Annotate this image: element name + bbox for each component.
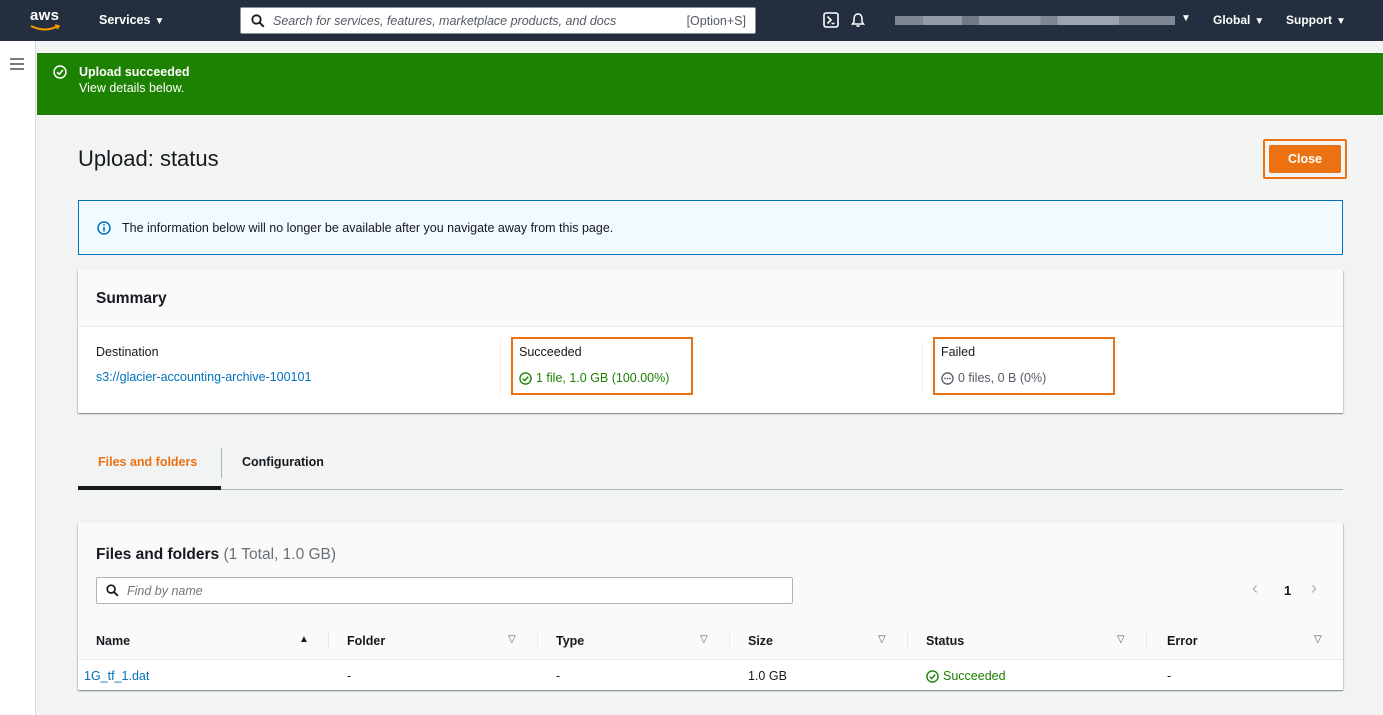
next-page-button[interactable]: › xyxy=(1311,578,1317,599)
chevron-down-icon: ▼ xyxy=(1336,16,1346,27)
aws-smile-icon xyxy=(30,24,60,31)
services-label: Services xyxy=(99,13,151,27)
files-title-text: Files and folders xyxy=(96,546,220,563)
sort-icon[interactable]: ▽ xyxy=(878,634,886,645)
summary-header: Summary xyxy=(78,270,1343,327)
column-resizer[interactable] xyxy=(907,630,908,650)
column-header-size[interactable]: Size xyxy=(748,634,773,648)
column-header-name[interactable]: Name xyxy=(96,634,130,648)
column-header-folder[interactable]: Folder xyxy=(347,634,385,648)
cloudshell-icon[interactable] xyxy=(823,12,839,28)
flash-title: Upload succeeded xyxy=(79,65,190,79)
column-divider xyxy=(500,342,501,394)
sort-icon[interactable]: ▽ xyxy=(1314,634,1322,645)
destination-link[interactable]: s3://glacier-accounting-archive-100101 xyxy=(96,370,311,384)
failed-value: 0 files, 0 B (0%) xyxy=(941,371,1046,385)
sort-icon[interactable]: ▽ xyxy=(508,634,516,645)
page-number-button[interactable]: 1 xyxy=(1284,583,1291,598)
global-search[interactable]: Search for services, features, marketpla… xyxy=(240,7,756,34)
aws-logo[interactable]: aws xyxy=(30,7,66,33)
account-menu[interactable] xyxy=(895,16,1175,25)
column-resizer[interactable] xyxy=(537,630,538,650)
aws-logo-text: aws xyxy=(30,7,60,24)
services-menu[interactable]: Services ▼ xyxy=(99,13,164,27)
success-flashbar: Upload succeeded View details below. xyxy=(37,53,1383,115)
file-name-link[interactable]: 1G_tf_1.dat xyxy=(84,669,149,683)
table-header-row: Name ▲ Folder ▽ Type ▽ Size ▽ Status ▽ E… xyxy=(78,620,1343,660)
destination-label: Destination xyxy=(96,345,159,359)
close-button[interactable]: Close xyxy=(1269,145,1341,173)
tab-configuration[interactable]: Configuration xyxy=(242,455,324,469)
find-by-name-input[interactable] xyxy=(127,582,727,600)
search-shortcut: [Option+S] xyxy=(686,13,746,28)
file-status: Succeeded xyxy=(926,669,1006,683)
global-label: Global xyxy=(1213,13,1251,27)
chevron-down-icon: ▼ xyxy=(1254,16,1265,27)
search-placeholder: Search for services, features, marketpla… xyxy=(273,13,617,28)
flash-subtitle: View details below. xyxy=(79,81,185,95)
bell-icon[interactable] xyxy=(850,12,866,28)
files-count: (1 Total, 1.0 GB) xyxy=(223,546,337,563)
summary-title: Summary xyxy=(96,290,167,307)
file-status-text: Succeeded xyxy=(943,669,1006,683)
close-button-highlight: Close xyxy=(1263,139,1347,179)
file-size: 1.0 GB xyxy=(748,669,787,683)
chevron-down-icon: ▼ xyxy=(154,16,165,27)
file-folder: - xyxy=(347,669,352,683)
side-nav-rail xyxy=(0,41,36,715)
page-title: Upload: status xyxy=(78,146,219,171)
column-header-status[interactable]: Status xyxy=(926,634,964,648)
summary-container: Summary Destination s3://glacier-account… xyxy=(78,270,1343,413)
tab-separator xyxy=(221,448,222,478)
file-type: - xyxy=(556,669,561,683)
find-by-name-field[interactable] xyxy=(96,577,793,604)
check-circle-icon xyxy=(926,669,939,683)
failed-text: 0 files, 0 B (0%) xyxy=(958,371,1047,385)
info-text: The information below will no longer be … xyxy=(122,221,614,235)
search-icon xyxy=(106,584,119,597)
hamburger-menu-icon[interactable] xyxy=(10,58,24,70)
tab-list: Files and folders Configuration xyxy=(78,437,1343,490)
sort-icon[interactable]: ▽ xyxy=(700,634,708,645)
files-table-container: Files and folders (1 Total, 1.0 GB) ‹ 1 … xyxy=(78,523,1343,690)
region-menu[interactable]: Global ▼ xyxy=(1213,13,1264,27)
column-resizer[interactable] xyxy=(328,630,329,650)
info-icon xyxy=(97,221,111,235)
succeeded-value: 1 file, 1.0 GB (100.00%) xyxy=(519,371,669,385)
support-menu[interactable]: Support ▼ xyxy=(1286,13,1346,27)
sort-ascending-icon[interactable]: ▲ xyxy=(299,634,309,645)
ellipsis-circle-icon xyxy=(941,371,954,385)
info-alert: The information below will no longer be … xyxy=(78,200,1343,255)
check-circle-icon xyxy=(519,371,532,385)
tab-files-and-folders[interactable]: Files and folders xyxy=(98,455,197,469)
sort-icon[interactable]: ▽ xyxy=(1117,634,1125,645)
succeeded-text: 1 file, 1.0 GB (100.00%) xyxy=(536,371,670,385)
chevron-down-icon[interactable]: ▼ xyxy=(1181,13,1191,24)
file-error: - xyxy=(1167,669,1172,683)
top-navigation: aws Services ▼ Search for services, featu… xyxy=(0,0,1383,41)
column-header-type[interactable]: Type xyxy=(556,634,584,648)
column-divider xyxy=(922,342,923,394)
column-header-error[interactable]: Error xyxy=(1167,634,1198,648)
search-icon xyxy=(251,13,265,28)
files-table-header xyxy=(78,523,1343,620)
column-resizer[interactable] xyxy=(1146,630,1147,650)
support-label: Support xyxy=(1286,13,1332,27)
active-tab-indicator xyxy=(78,486,221,490)
succeeded-label: Succeeded xyxy=(519,345,582,359)
failed-label: Failed xyxy=(941,345,976,359)
column-resizer[interactable] xyxy=(729,630,730,650)
files-title: Files and folders (1 Total, 1.0 GB) xyxy=(96,546,336,564)
check-circle-icon xyxy=(53,65,67,79)
previous-page-button[interactable]: ‹ xyxy=(1252,578,1258,599)
